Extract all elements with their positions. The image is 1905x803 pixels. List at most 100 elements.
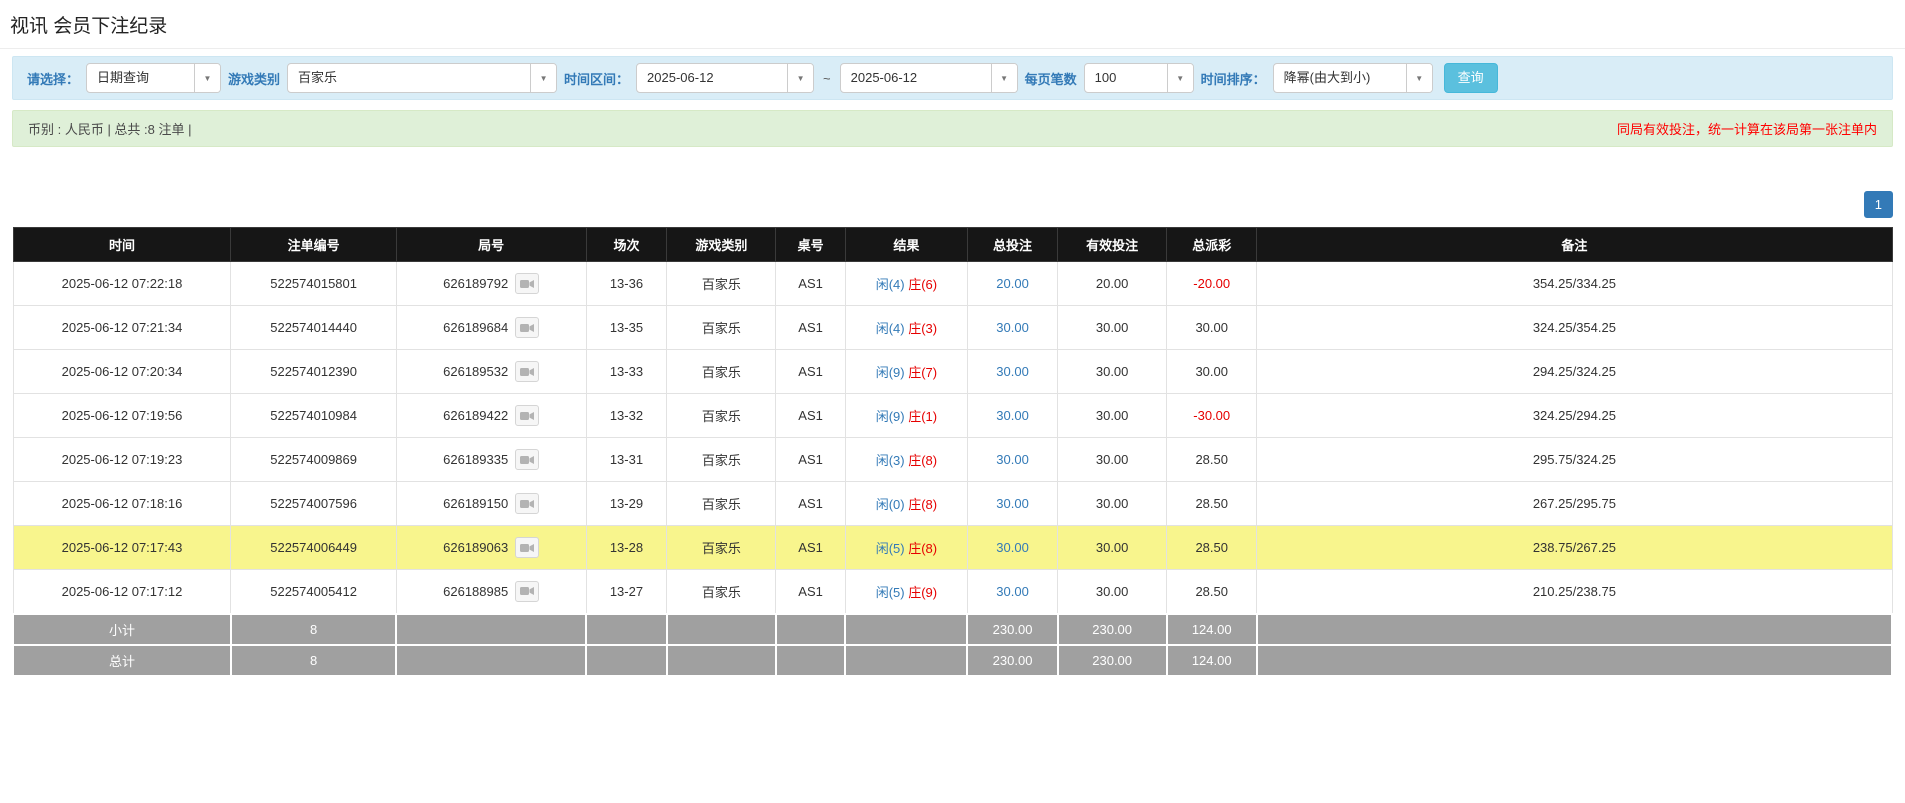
cell-payout: 30.00 [1166, 349, 1258, 394]
table-row: 2025-06-12 07:17:43 522574006449 6261890… [12, 525, 1893, 570]
video-replay-button[interactable] [515, 580, 540, 602]
subtotal-valid-bet: 230.00 [1056, 612, 1168, 646]
video-replay-button[interactable] [515, 405, 540, 426]
cell-table-no: AS1 [775, 393, 846, 438]
subtotal-total-bet: 230.00 [966, 612, 1059, 646]
chevron-down-icon[interactable]: ▼ [1405, 64, 1432, 92]
query-button[interactable]: 查询 [1443, 63, 1498, 93]
cell-payout: -30.00 [1166, 393, 1258, 438]
cell-time: 2025-06-12 07:21:34 [12, 305, 232, 350]
result-player: 闲(9) [875, 409, 905, 424]
chevron-down-icon[interactable]: ▼ [990, 64, 1017, 92]
sort-order-select[interactable]: 降幂(由大到小) ▼ [1272, 63, 1433, 93]
col-result: 结果 [844, 227, 968, 262]
cell-round-id: 626189335 [395, 437, 587, 482]
result-player: 闲(9) [875, 365, 905, 380]
total-bet-link[interactable]: 30.00 [996, 496, 1029, 511]
table-row: 2025-06-12 07:19:23 522574009869 6261893… [12, 437, 1893, 482]
video-replay-button[interactable] [515, 449, 540, 470]
video-camera-icon [520, 367, 535, 376]
result-player: 闲(4) [875, 321, 905, 336]
records-footer: 小计 8 230.00 230.00 124.00 总计 8 230.00 23… [12, 612, 1894, 677]
total-bet-link[interactable]: 30.00 [996, 364, 1029, 379]
table-row: 2025-06-12 07:19:56 522574010984 6261894… [12, 393, 1893, 438]
chevron-down-icon[interactable]: ▼ [530, 64, 557, 92]
video-replay-button[interactable] [515, 493, 540, 514]
cell-valid-bet: 30.00 [1057, 393, 1168, 438]
cell-game: 百家乐 [666, 569, 777, 614]
cell-table-no: AS1 [775, 569, 846, 614]
cell-valid-bet: 30.00 [1057, 569, 1168, 614]
result-banker: 庄(3) [908, 321, 938, 336]
cell-game: 百家乐 [666, 349, 777, 394]
summary-bar: 币别 : 人民币 | 总共 :8 注单 | 同局有效投注，统一计算在该局第一张注… [12, 110, 1893, 147]
subtotal-payout: 124.00 [1165, 612, 1258, 646]
cell-result: 闲(4) 庄(3) [844, 305, 968, 350]
total-bet-link[interactable]: 30.00 [996, 452, 1029, 467]
col-time: 时间 [12, 227, 232, 262]
total-payout: 124.00 [1165, 643, 1258, 677]
cell-note: 324.25/354.25 [1256, 305, 1893, 350]
result-player: 闲(5) [875, 584, 905, 600]
cell-note: 354.25/334.25 [1256, 261, 1893, 306]
cell-result: 闲(9) 庄(1) [844, 393, 968, 438]
chevron-down-icon[interactable]: ▼ [787, 64, 814, 92]
cell-total-bet: 30.00 [966, 569, 1059, 614]
cell-round-id: 626189150 [395, 481, 587, 526]
video-replay-button[interactable] [515, 361, 540, 382]
cell-round-id: 626189063 [395, 525, 587, 570]
result-player: 闲(3) [875, 453, 905, 468]
date-to-select[interactable]: 2025-06-12 ▼ [839, 63, 1018, 93]
cell-note: 295.75/324.25 [1256, 437, 1893, 482]
cell-note: 324.25/294.25 [1256, 393, 1893, 438]
chevron-down-icon[interactable]: ▼ [1166, 64, 1193, 92]
records-body: 2025-06-12 07:22:18 522574015801 6261897… [12, 261, 1893, 614]
cell-payout: 28.50 [1166, 569, 1258, 614]
video-replay-button[interactable] [515, 537, 540, 558]
total-bet-link[interactable]: 30.00 [996, 584, 1029, 599]
cell-valid-bet: 20.00 [1057, 261, 1168, 306]
video-replay-button[interactable] [515, 273, 540, 294]
cell-payout: 28.50 [1166, 437, 1258, 482]
filter-bar: 请选择： 日期查询 ▼ 游戏类别 百家乐 ▼ 时间区间： 2025-06-12 … [12, 56, 1893, 100]
cell-table-no: AS1 [775, 261, 846, 306]
col-note: 备注 [1256, 227, 1893, 262]
currency-total-text: 币别 : 人民币 | 总共 :8 注单 | [28, 122, 192, 137]
date-range-separator: ~ [823, 70, 831, 86]
video-camera-icon [520, 543, 535, 552]
cell-valid-bet: 30.00 [1057, 481, 1168, 526]
date-from-select[interactable]: 2025-06-12 ▼ [636, 63, 815, 93]
result-banker: 庄(9) [908, 584, 938, 600]
cell-valid-bet: 30.00 [1057, 305, 1168, 350]
total-bet-link[interactable]: 30.00 [996, 540, 1029, 555]
result-banker: 庄(7) [908, 365, 938, 380]
total-label: 总计 [12, 643, 232, 677]
cell-note: 267.25/295.75 [1256, 481, 1893, 526]
video-camera-icon [520, 587, 535, 596]
cell-total-bet: 30.00 [966, 393, 1059, 438]
game-type-select[interactable]: 百家乐 ▼ [287, 63, 558, 93]
cell-game: 百家乐 [666, 437, 777, 482]
cell-total-bet: 30.00 [966, 437, 1059, 482]
chevron-down-icon[interactable]: ▼ [194, 64, 221, 92]
cell-total-bet: 30.00 [966, 525, 1059, 570]
cell-session: 13-36 [585, 261, 668, 306]
result-banker: 庄(8) [908, 541, 938, 556]
sort-order-label: 时间排序： [1200, 71, 1266, 87]
page-title: 视讯 会员下注纪录 [10, 16, 168, 37]
subtotal-row: 小计 8 230.00 230.00 124.00 [12, 612, 1894, 646]
cell-table-no: AS1 [775, 525, 846, 570]
cell-bet-id: 522574014440 [230, 305, 397, 350]
video-replay-button[interactable] [515, 317, 540, 338]
cell-time: 2025-06-12 07:17:12 [12, 569, 232, 614]
cell-result: 闲(0) 庄(8) [844, 481, 968, 526]
total-bet-link[interactable]: 30.00 [996, 320, 1029, 335]
total-bet-link[interactable]: 30.00 [996, 408, 1029, 423]
video-camera-icon [520, 455, 535, 464]
total-bet-link[interactable]: 20.00 [996, 276, 1029, 291]
cell-table-no: AS1 [775, 305, 846, 350]
date-type-select[interactable]: 日期查询 ▼ [86, 63, 222, 93]
page-size-select[interactable]: 100 ▼ [1083, 63, 1194, 93]
page-1-button[interactable]: 1 [1863, 191, 1893, 218]
total-total-bet: 230.00 [966, 643, 1059, 677]
